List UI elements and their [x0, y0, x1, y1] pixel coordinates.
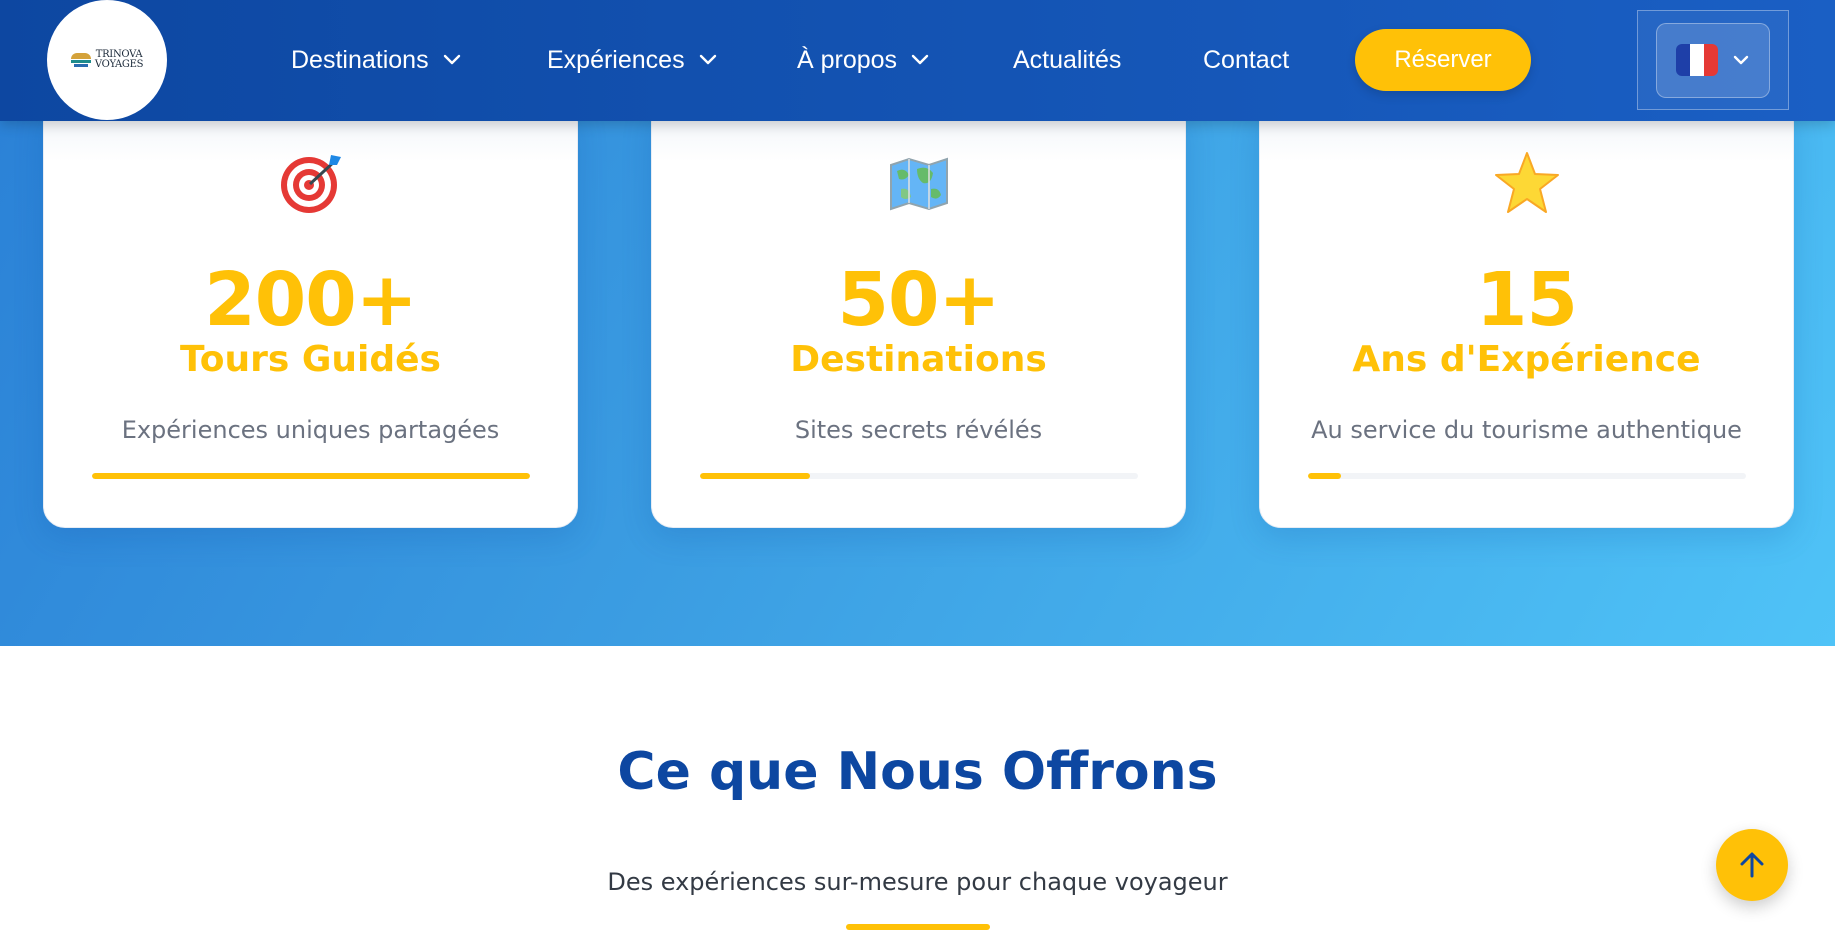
- nav-item-actualites[interactable]: Actualités: [1013, 42, 1121, 78]
- nav-item-experiences[interactable]: Expériences: [547, 42, 717, 78]
- logo-text: TRINOVA VOYAGES: [94, 49, 144, 70]
- stat-value: 15: [1476, 257, 1578, 343]
- section-title: Ce que Nous Offrons: [617, 742, 1218, 802]
- section-subtitle: Des expériences sur-mesure pour chaque v…: [607, 868, 1228, 896]
- nav-item-label: Actualités: [1013, 45, 1122, 74]
- stat-title: Ans d'Expérience: [1352, 339, 1701, 380]
- language-selector-wrapper: [1637, 10, 1789, 110]
- stat-progress-fill: [1308, 473, 1341, 479]
- nav-item-a-propos[interactable]: À propos: [797, 42, 929, 78]
- stat-value: 50+: [837, 257, 1001, 343]
- reserve-button[interactable]: Réserver: [1355, 29, 1531, 91]
- chevron-down-icon: [443, 54, 460, 65]
- stat-progress-bar: [92, 473, 530, 479]
- stat-description: Au service du tourisme authentique: [1311, 416, 1742, 444]
- world-map-icon: [652, 151, 1185, 215]
- stat-progress-fill: [700, 473, 810, 479]
- french-flag-icon: [1676, 44, 1718, 76]
- stat-value: 200+: [204, 257, 417, 343]
- back-to-top-button[interactable]: [1716, 829, 1788, 901]
- nav-item-label: Contact: [1203, 45, 1290, 74]
- star-icon: [1260, 151, 1793, 215]
- site-header: TRINOVA VOYAGES Destinations Expériences…: [0, 0, 1835, 121]
- stat-progress-fill: [92, 473, 530, 479]
- stat-description: Expériences uniques partagées: [121, 416, 500, 444]
- section-divider: [846, 924, 990, 930]
- stat-description: Sites secrets révélés: [794, 416, 1043, 444]
- nav-item-label: Destinations: [291, 45, 429, 74]
- stat-progress-bar: [700, 473, 1138, 479]
- chevron-down-icon: [1733, 55, 1749, 65]
- stat-card-tours: 200+ Tours Guidés Expériences uniques pa…: [43, 100, 578, 528]
- stat-card-destinations: 50+ Destinations Sites secrets révélés: [651, 100, 1186, 528]
- nav-item-label: À propos: [797, 45, 898, 74]
- nav-item-contact[interactable]: Contact: [1203, 42, 1289, 78]
- site-logo[interactable]: TRINOVA VOYAGES: [47, 0, 167, 120]
- chevron-down-icon: [911, 54, 929, 65]
- target-icon: [44, 151, 577, 215]
- logo-mark-icon: [70, 53, 91, 67]
- nav-item-destinations[interactable]: Destinations: [291, 42, 461, 78]
- stat-progress-bar: [1308, 473, 1746, 479]
- language-selector[interactable]: [1656, 22, 1770, 98]
- chevron-down-icon: [699, 54, 716, 65]
- stat-title: Tours Guidés: [180, 339, 441, 380]
- arrow-up-icon: [1740, 852, 1764, 878]
- stat-card-experience: 15 Ans d'Expérience Au service du touris…: [1259, 100, 1794, 528]
- stat-title: Destinations: [790, 339, 1047, 380]
- nav-item-label: Expériences: [547, 45, 685, 74]
